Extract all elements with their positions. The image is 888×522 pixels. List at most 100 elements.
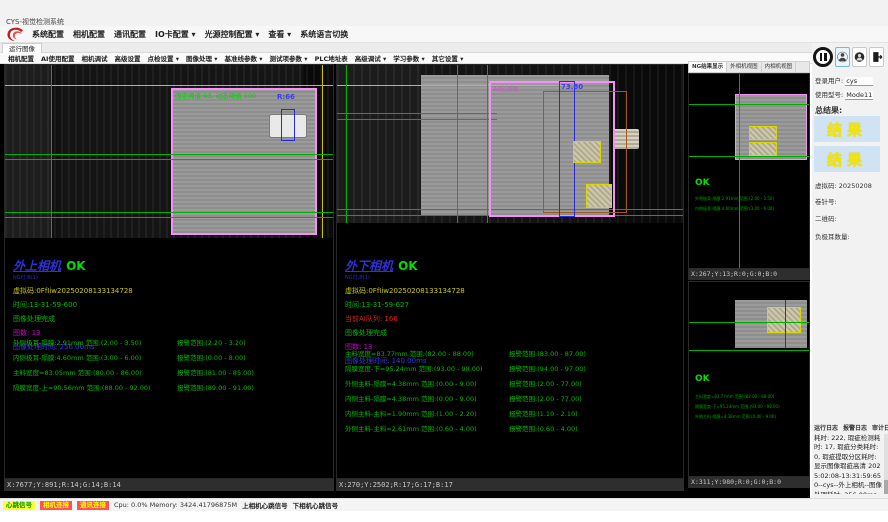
login-user-value[interactable]: cys xyxy=(845,77,873,86)
log-tab-run[interactable]: 运行日志 xyxy=(814,423,838,432)
menu-view[interactable]: 查看 ▾ xyxy=(268,29,291,40)
center-barcode: 虚拟码:0FfIiw20250208133134728 xyxy=(345,286,465,296)
center-measure-label: 73.80 xyxy=(561,83,583,91)
tool-test-params[interactable]: 测试项参数 ▾ xyxy=(270,53,308,63)
center-ai-queue: 当前AI队列: 166 xyxy=(345,314,465,324)
measure-value: 隔膜宽度-上=90.56mm 范围:(88.00 - 92.00) xyxy=(13,382,151,392)
alarm-range: 报警范围:(2.00 - 77.00) xyxy=(509,378,582,388)
model-row: 使用型号: Mode11 xyxy=(815,89,873,100)
pause-button[interactable] xyxy=(813,47,833,67)
cpu-memory-text: Cpu: 0.0% Memory: 3424.41796875M xyxy=(114,501,237,509)
result-text-1: 结果 xyxy=(827,119,867,140)
mini-text-line: 主料宽度=83.77mm 范围:(82.00 - 88.00) xyxy=(695,394,807,400)
result-box-1: 结果 xyxy=(814,116,880,142)
defect-box xyxy=(749,126,777,140)
left-roi-label: 固定阈值:93, 动态阈值:100 xyxy=(175,90,256,100)
green-baseline xyxy=(5,217,333,218)
defect-box xyxy=(573,141,601,163)
measure-value: 主料宽度=83.77mm 范围:(82.00 - 88.00) xyxy=(345,348,474,358)
login-user-label: 登录用户: xyxy=(815,77,843,85)
model-value[interactable]: Mode11 xyxy=(845,91,873,100)
menu-language-switch[interactable]: 系统语言切换 xyxy=(300,29,348,40)
tool-advanced-settings[interactable]: 高级设置 xyxy=(114,53,140,63)
measure-row: 内侧主料-隔膜=4.38mm 范围:(0.00 - 9.00) 报警范围:(2.… xyxy=(345,393,665,408)
menu-light-config[interactable]: 光源控制配置 ▾ xyxy=(205,29,260,40)
result-box-2: 结果 xyxy=(814,146,880,172)
left-camera-name: 外上相机 xyxy=(13,259,61,273)
measure-row: 主料宽度=83.05mm 范围:(80.00 - 86.00) 报警范围:(81… xyxy=(13,367,333,382)
measure-row: 内侧主料-主料=1.90mm 范围:(1.00 - 2.20) 报警范围:(1.… xyxy=(345,408,665,423)
tool-advanced-debug[interactable]: 高级调试 ▾ xyxy=(355,53,387,63)
barcode-row: 虚拟码: 20250208 xyxy=(815,180,872,190)
alarm-range: 报警范围:(0.60 - 4.00) xyxy=(509,423,578,433)
measure-row: 外侧极耳-隔膜:2.91mm 范围:(2.00 - 3.50) 报警范围:(2.… xyxy=(13,337,333,352)
thumb-view-1[interactable]: OK 外侧极耳-隔膜:2.91mm 范围:(2.00 - 3.50) 内侧极耳-… xyxy=(688,73,810,269)
left-measure-label: R:66 xyxy=(277,93,295,101)
tab-strip: 运行图像 xyxy=(0,43,888,53)
center-camera-view[interactable]: AI检测框 73.80 外下相机 OK NG灯:B(1) 虚拟码:0FfIiw2… xyxy=(336,64,684,479)
tab-run-image[interactable]: 运行图像 xyxy=(2,43,42,53)
exit-button[interactable] xyxy=(869,47,884,67)
thumb1-cursor-coords: X:267;Y:13;R:0;G:0;B:0 xyxy=(688,269,810,280)
exit-door-icon xyxy=(871,50,883,64)
green-baseline xyxy=(689,322,810,323)
user-manage-button[interactable] xyxy=(852,47,867,67)
left-measure-box xyxy=(281,109,295,141)
menu-system-config[interactable]: 系统配置 xyxy=(32,29,64,40)
green-baseline xyxy=(5,159,333,160)
menu-camera-config[interactable]: 相机配置 xyxy=(73,29,105,40)
user-login-button[interactable] xyxy=(835,47,850,67)
tool-camera-config[interactable]: 相机配置 xyxy=(8,53,34,63)
alarm-range: 报警范围:(2.20 - 3.20) xyxy=(177,337,246,347)
alarm-range: 报警范围:(2.00 - 77.00) xyxy=(509,393,582,403)
alarm-range: 报警范围:(0.00 - 8.00) xyxy=(177,352,246,362)
measure-row: 外侧主料-隔膜=4.38mm 范围:(0.00 - 9.00) 报警范围:(2.… xyxy=(345,378,665,393)
app-logo-icon xyxy=(5,27,27,42)
center-cursor-coords: X:270;Y:2502;R:17;G:17;B:17 xyxy=(336,479,684,491)
center-ng-small: NG灯:B(1) xyxy=(345,274,465,281)
green-baseline xyxy=(5,212,333,213)
log-tab-audit[interactable]: 审计日志 xyxy=(872,423,888,432)
ai-roi-label: AI检测框 xyxy=(493,83,519,93)
menu-items: 系统配置 相机配置 通讯配置 IO卡配置 ▾ 光源控制配置 ▾ 查看 ▾ 系统语… xyxy=(32,29,348,40)
left-camera-view[interactable]: 固定阈值:93, 动态阈值:100 R:66 外上相机 OK NG灯:B(1) … xyxy=(4,64,334,479)
green-guide-line-v xyxy=(457,65,458,223)
tool-baseline-params[interactable]: 基准线参数 ▾ xyxy=(225,53,263,63)
center-done: 图像处理完成 xyxy=(345,328,465,338)
measure-value: 主料宽度=83.05mm 范围:(80.00 - 86.00) xyxy=(13,367,142,377)
tool-plc-address[interactable]: PLC地址表 xyxy=(315,53,348,63)
tool-image-process[interactable]: 图像处理 ▾ xyxy=(186,53,218,63)
blue-measure-line xyxy=(785,300,786,348)
tool-ai-use-config[interactable]: AI使用配置 xyxy=(41,53,74,63)
upper-cam-heartbeat[interactable]: 上相机心跳信号 xyxy=(242,500,288,510)
menu-io-config[interactable]: IO卡配置 ▾ xyxy=(155,29,196,40)
thumb-tab-ng[interactable]: NG结果显示 xyxy=(689,62,727,72)
left-ng-small: NG灯:B(1) xyxy=(13,274,133,281)
thumb-tab-inner[interactable]: 内相机视图 xyxy=(762,62,797,72)
log-tab-alarm[interactable]: 报警日志 xyxy=(843,423,867,432)
measure-value: 内侧主料-隔膜=4.38mm 范围:(0.00 - 9.00) xyxy=(345,393,477,403)
menu-comm-config[interactable]: 通讯配置 xyxy=(114,29,146,40)
tool-camera-debug[interactable]: 相机调试 xyxy=(81,53,107,63)
tool-learning-params[interactable]: 学习参数 ▾ xyxy=(393,53,425,63)
thumb2-cursor-coords: X:311;Y:980;R:0;G:0;B:0 xyxy=(688,477,810,488)
measure-value: 隔膜宽度-下=95.24mm 范围:(93.00 - 98.00) xyxy=(345,363,483,373)
model-label: 使用型号: xyxy=(815,91,843,99)
thumb-view-2[interactable]: OK 主料宽度=83.77mm 范围:(82.00 - 88.00) 隔膜宽度-… xyxy=(688,281,810,477)
measure-value: 外侧主料-隔膜=4.38mm 范围:(0.00 - 9.00) xyxy=(345,378,477,388)
tool-other-settings[interactable]: 其它设置 ▾ xyxy=(432,53,464,63)
log-scrollbar[interactable] xyxy=(884,434,888,494)
lower-cam-heartbeat[interactable]: 下相机心跳信号 xyxy=(293,500,339,510)
green-baseline xyxy=(689,350,810,351)
green-guide-line-v xyxy=(487,65,488,223)
measure-row: 隔膜宽度-下=95.24mm 范围:(93.00 - 98.00) 报警范围:(… xyxy=(345,363,665,378)
neg-tab-count-label: 负极耳数量: xyxy=(815,231,850,241)
user-icon xyxy=(837,50,848,64)
app-window: CYS-视觉检测系统 系统配置 相机配置 通讯配置 IO卡配置 ▾ 光源控制配置… xyxy=(0,0,888,522)
thumb-tab-outer[interactable]: 外相机视图 xyxy=(727,62,762,72)
tool-spot-check[interactable]: 点检设置 ▾ xyxy=(147,53,179,63)
left-time: 时间:13-31-59-600 xyxy=(13,300,133,310)
total-result-label: 总结果: xyxy=(815,105,842,116)
defect-box xyxy=(749,142,777,156)
left-measure-rows: 外侧极耳-隔膜:2.91mm 范围:(2.00 - 3.50) 报警范围:(2.… xyxy=(13,337,333,397)
